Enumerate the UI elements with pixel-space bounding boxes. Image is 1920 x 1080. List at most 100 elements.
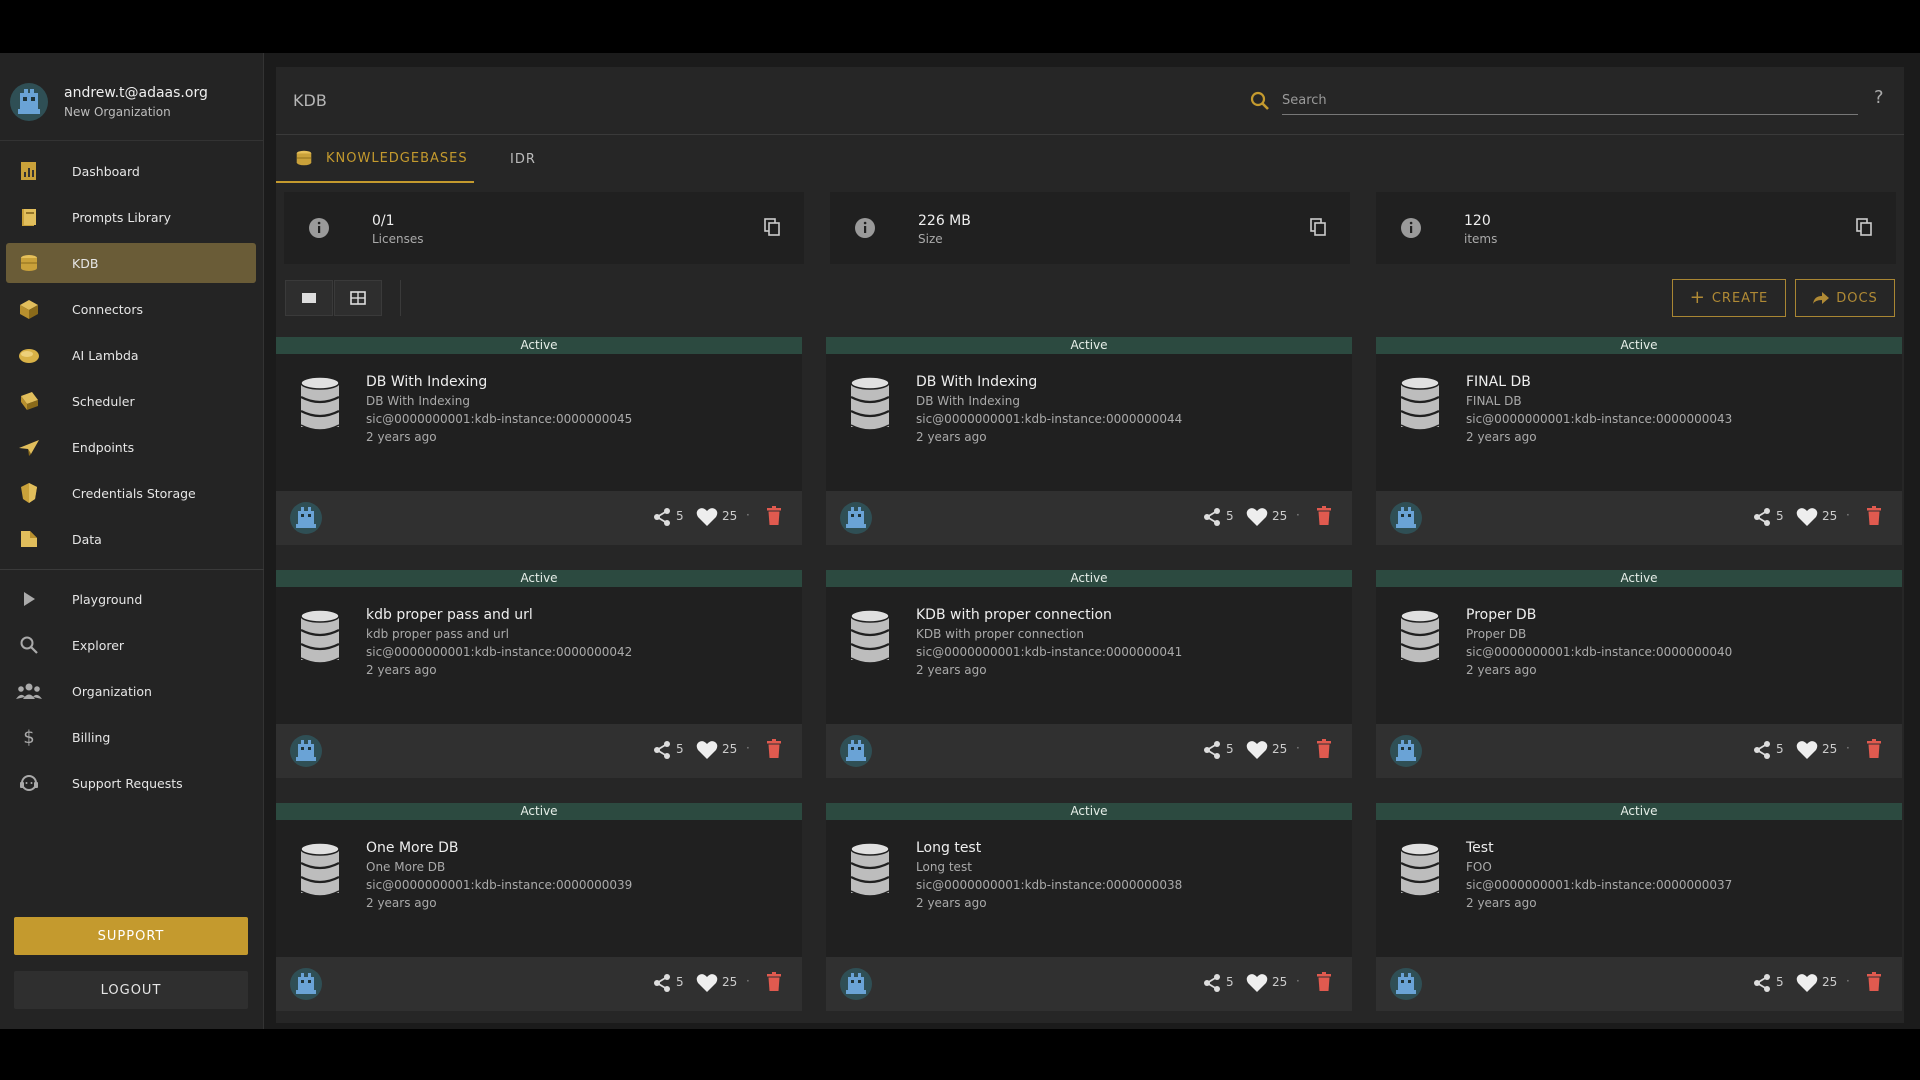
sidebar-item-credentials-storage[interactable]: Credentials Storage xyxy=(6,473,256,513)
share-icon[interactable] xyxy=(652,507,672,527)
owner-avatar[interactable] xyxy=(1390,735,1422,767)
trash-icon[interactable] xyxy=(1866,506,1882,526)
database-icon xyxy=(850,843,890,897)
heart-icon[interactable] xyxy=(696,507,718,527)
copy-icon[interactable] xyxy=(1856,218,1872,236)
tab-knowledgebases[interactable]: KNOWLEDGEBASES xyxy=(276,135,474,183)
owner-avatar[interactable] xyxy=(840,968,872,1000)
sidebar-item-scheduler[interactable]: Scheduler xyxy=(6,381,256,421)
card-title: DB With Indexing xyxy=(366,374,488,390)
separator-dot: · xyxy=(746,741,750,755)
database-icon xyxy=(850,377,890,431)
trash-icon[interactable] xyxy=(1316,972,1332,992)
heart-icon[interactable] xyxy=(1796,507,1818,527)
card-title: One More DB xyxy=(366,840,459,856)
search-input[interactable] xyxy=(1282,87,1858,115)
sidebar-item-connectors[interactable]: Connectors xyxy=(6,289,256,329)
status-badge: Active xyxy=(826,803,1352,820)
owner-avatar[interactable] xyxy=(1390,502,1422,534)
heart-icon[interactable] xyxy=(1796,740,1818,760)
kdb-card[interactable]: Active DB With Indexing DB With Indexing… xyxy=(276,337,802,545)
plus-icon: + xyxy=(1689,287,1706,308)
logout-button[interactable]: LOGOUT xyxy=(14,971,248,1009)
list-view-button[interactable] xyxy=(285,280,333,316)
dashboard-icon xyxy=(14,159,44,183)
kdb-card[interactable]: Active One More DB One More DB sic@00000… xyxy=(276,803,802,1011)
share-icon[interactable] xyxy=(1752,507,1772,527)
grid-view-button[interactable] xyxy=(334,280,382,316)
trash-icon[interactable] xyxy=(1866,972,1882,992)
heart-icon[interactable] xyxy=(1796,973,1818,993)
status-badge: Active xyxy=(276,803,802,820)
trash-icon[interactable] xyxy=(1316,739,1332,759)
database-icon xyxy=(850,610,890,664)
heart-icon[interactable] xyxy=(1246,973,1268,993)
separator-dot: · xyxy=(746,508,750,522)
kdb-card[interactable]: Active Proper DB Proper DB sic@000000000… xyxy=(1376,570,1902,778)
heart-icon[interactable] xyxy=(1246,507,1268,527)
separator-dot: · xyxy=(1296,508,1300,522)
sidebar-item-organization[interactable]: Organization xyxy=(6,671,256,711)
page-header: KDB ? xyxy=(276,67,1904,135)
support-button[interactable]: SUPPORT xyxy=(14,917,248,955)
owner-avatar[interactable] xyxy=(840,735,872,767)
like-count: 25 xyxy=(1272,509,1288,523)
user-profile[interactable]: andrew.t@adaas.org New Organization xyxy=(0,53,264,141)
list-view-icon xyxy=(302,293,316,303)
trash-icon[interactable] xyxy=(1866,739,1882,759)
share-count: 5 xyxy=(676,509,684,523)
trash-icon[interactable] xyxy=(766,506,782,526)
share-icon[interactable] xyxy=(1202,507,1222,527)
owner-avatar[interactable] xyxy=(840,502,872,534)
share-icon[interactable] xyxy=(1752,973,1772,993)
heart-icon[interactable] xyxy=(696,973,718,993)
sidebar-item-billing[interactable]: $ Billing xyxy=(6,717,256,757)
sidebar-item-playground[interactable]: Playground xyxy=(6,579,256,619)
create-label: CREATE xyxy=(1711,290,1769,306)
card-footer: 5 25 · xyxy=(276,724,802,778)
trash-icon[interactable] xyxy=(766,739,782,759)
kdb-card[interactable]: Active Long test Long test sic@000000000… xyxy=(826,803,1352,1011)
card-instance-id: sic@0000000001:kdb-instance:0000000039 xyxy=(366,878,633,892)
sidebar-item-explorer[interactable]: Explorer xyxy=(6,625,256,665)
share-icon[interactable] xyxy=(1202,973,1222,993)
kdb-card[interactable]: Active DB With Indexing DB With Indexing… xyxy=(826,337,1352,545)
sidebar-item-support-requests[interactable]: Support Requests xyxy=(6,763,256,803)
share-icon[interactable] xyxy=(1752,740,1772,760)
sidebar-item-ai-lambda[interactable]: AI Lambda xyxy=(6,335,256,375)
like-count: 25 xyxy=(722,975,738,989)
sidebar-item-prompts-library[interactable]: Prompts Library xyxy=(6,197,256,237)
share-icon[interactable] xyxy=(1202,740,1222,760)
card-timestamp: 2 years ago xyxy=(366,896,437,910)
docs-button[interactable]: DOCS xyxy=(1795,279,1895,317)
sidebar-item-dashboard[interactable]: Dashboard xyxy=(6,151,256,191)
help-icon[interactable]: ? xyxy=(1874,87,1884,108)
card-instance-id: sic@0000000001:kdb-instance:0000000042 xyxy=(366,645,633,659)
owner-avatar[interactable] xyxy=(1390,968,1422,1000)
owner-avatar[interactable] xyxy=(290,502,322,534)
share-icon[interactable] xyxy=(652,973,672,993)
tab-idr[interactable]: IDR xyxy=(510,135,570,183)
sidebar-item-endpoints[interactable]: Endpoints xyxy=(6,427,256,467)
trash-icon[interactable] xyxy=(1316,506,1332,526)
kdb-card[interactable]: Active KDB with proper connection KDB wi… xyxy=(826,570,1352,778)
card-description: kdb proper pass and url xyxy=(366,627,509,641)
share-icon[interactable] xyxy=(652,740,672,760)
kdb-card[interactable]: Active Test FOO sic@0000000001:kdb-insta… xyxy=(1376,803,1902,1011)
create-button[interactable]: + CREATE xyxy=(1672,279,1786,317)
sidebar-item-data[interactable]: Data xyxy=(6,519,256,559)
copy-icon[interactable] xyxy=(1310,218,1326,236)
trash-icon[interactable] xyxy=(766,972,782,992)
sidebar-item-kdb[interactable]: KDB xyxy=(6,243,256,283)
heart-icon[interactable] xyxy=(696,740,718,760)
kdb-card[interactable]: Active kdb proper pass and url kdb prope… xyxy=(276,570,802,778)
copy-icon[interactable] xyxy=(764,218,780,236)
heart-icon[interactable] xyxy=(1246,740,1268,760)
kdb-card[interactable]: Active FINAL DB FINAL DB sic@0000000001:… xyxy=(1376,337,1902,545)
play-icon xyxy=(14,587,44,611)
database-icon xyxy=(300,610,340,664)
card-description: Proper DB xyxy=(1466,627,1527,641)
card-timestamp: 2 years ago xyxy=(366,663,437,677)
owner-avatar[interactable] xyxy=(290,735,322,767)
owner-avatar[interactable] xyxy=(290,968,322,1000)
